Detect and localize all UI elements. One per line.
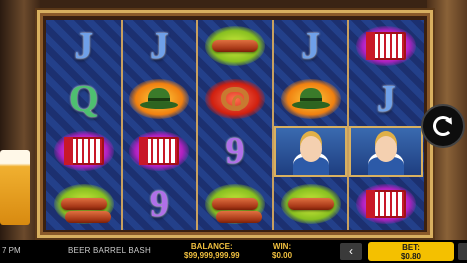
reel-grid: JJJQJ99 [46, 20, 424, 230]
reel-symbol: J [348, 73, 424, 126]
balance-value: $99,999,999.99 [184, 251, 240, 260]
bottom-bar: 7 PM BEER BARREL BASH BALANCE: $99,999,9… [0, 240, 467, 263]
reel-divider [196, 20, 198, 230]
girl-icon [273, 126, 348, 177]
reel-symbol [46, 125, 122, 178]
reel-symbol [197, 73, 273, 126]
spin-button[interactable] [421, 104, 465, 148]
accordion-icon [366, 32, 407, 61]
symbol-j: J [149, 25, 169, 68]
reel-symbol: 9 [122, 178, 198, 231]
pretzel-icon [220, 86, 249, 111]
balance-label: BALANCE: [190, 242, 233, 251]
hat-icon [291, 87, 330, 110]
sausage-icon [60, 197, 111, 223]
bet-increase-button[interactable] [458, 243, 467, 260]
sausage-icon [211, 40, 258, 53]
accordion-icon [63, 137, 104, 166]
accordion-icon [366, 189, 407, 218]
symbol-j: J [376, 77, 396, 120]
reel-symbol [348, 125, 424, 178]
reel-divider [347, 20, 349, 230]
reel-symbol [197, 178, 273, 231]
reel-symbol: 9 [197, 125, 273, 178]
sausage-icon [287, 197, 334, 210]
win-value: $0.00 [272, 251, 293, 260]
sausage-icon [211, 197, 262, 223]
reel-symbol [46, 178, 122, 231]
symbol-j: J [301, 25, 321, 68]
clock: 7 PM [2, 246, 21, 255]
reel-symbol: J [122, 20, 198, 73]
spin-icon [433, 116, 453, 136]
reel-divider [121, 20, 123, 230]
reel-symbol [273, 73, 349, 126]
reel-symbol [348, 20, 424, 73]
reel-symbol [197, 20, 273, 73]
hat-icon [140, 87, 179, 110]
reel-symbol: J [273, 20, 349, 73]
symbol-9: 9 [149, 182, 169, 225]
beer-mug-decoration [0, 150, 30, 225]
reel-symbol [122, 125, 198, 178]
reel-divider [272, 20, 274, 230]
reel-symbol [273, 125, 349, 178]
bet-display[interactable]: BET: $0.80 [368, 242, 454, 261]
symbol-q: Q [69, 77, 99, 120]
bet-value: $0.80 [400, 252, 422, 261]
symbol-j: J [74, 25, 94, 68]
game-title: BEER BARREL BASH [68, 246, 151, 255]
bet-decrease-button[interactable]: ‹ [340, 243, 362, 260]
reel-symbol [122, 73, 198, 126]
balance-display: BALANCE: $99,999,999.99 [184, 242, 240, 260]
win-display: WIN: $0.00 [272, 242, 292, 260]
reel-symbol [348, 178, 424, 231]
win-label: WIN: [272, 242, 292, 251]
reel-symbol [273, 178, 349, 231]
bet-label: BET: [402, 243, 420, 252]
girl-icon [349, 126, 423, 177]
symbol-9: 9 [225, 130, 245, 173]
reel-symbol: Q [46, 73, 122, 126]
accordion-icon [139, 137, 180, 166]
reel-symbol: J [46, 20, 122, 73]
